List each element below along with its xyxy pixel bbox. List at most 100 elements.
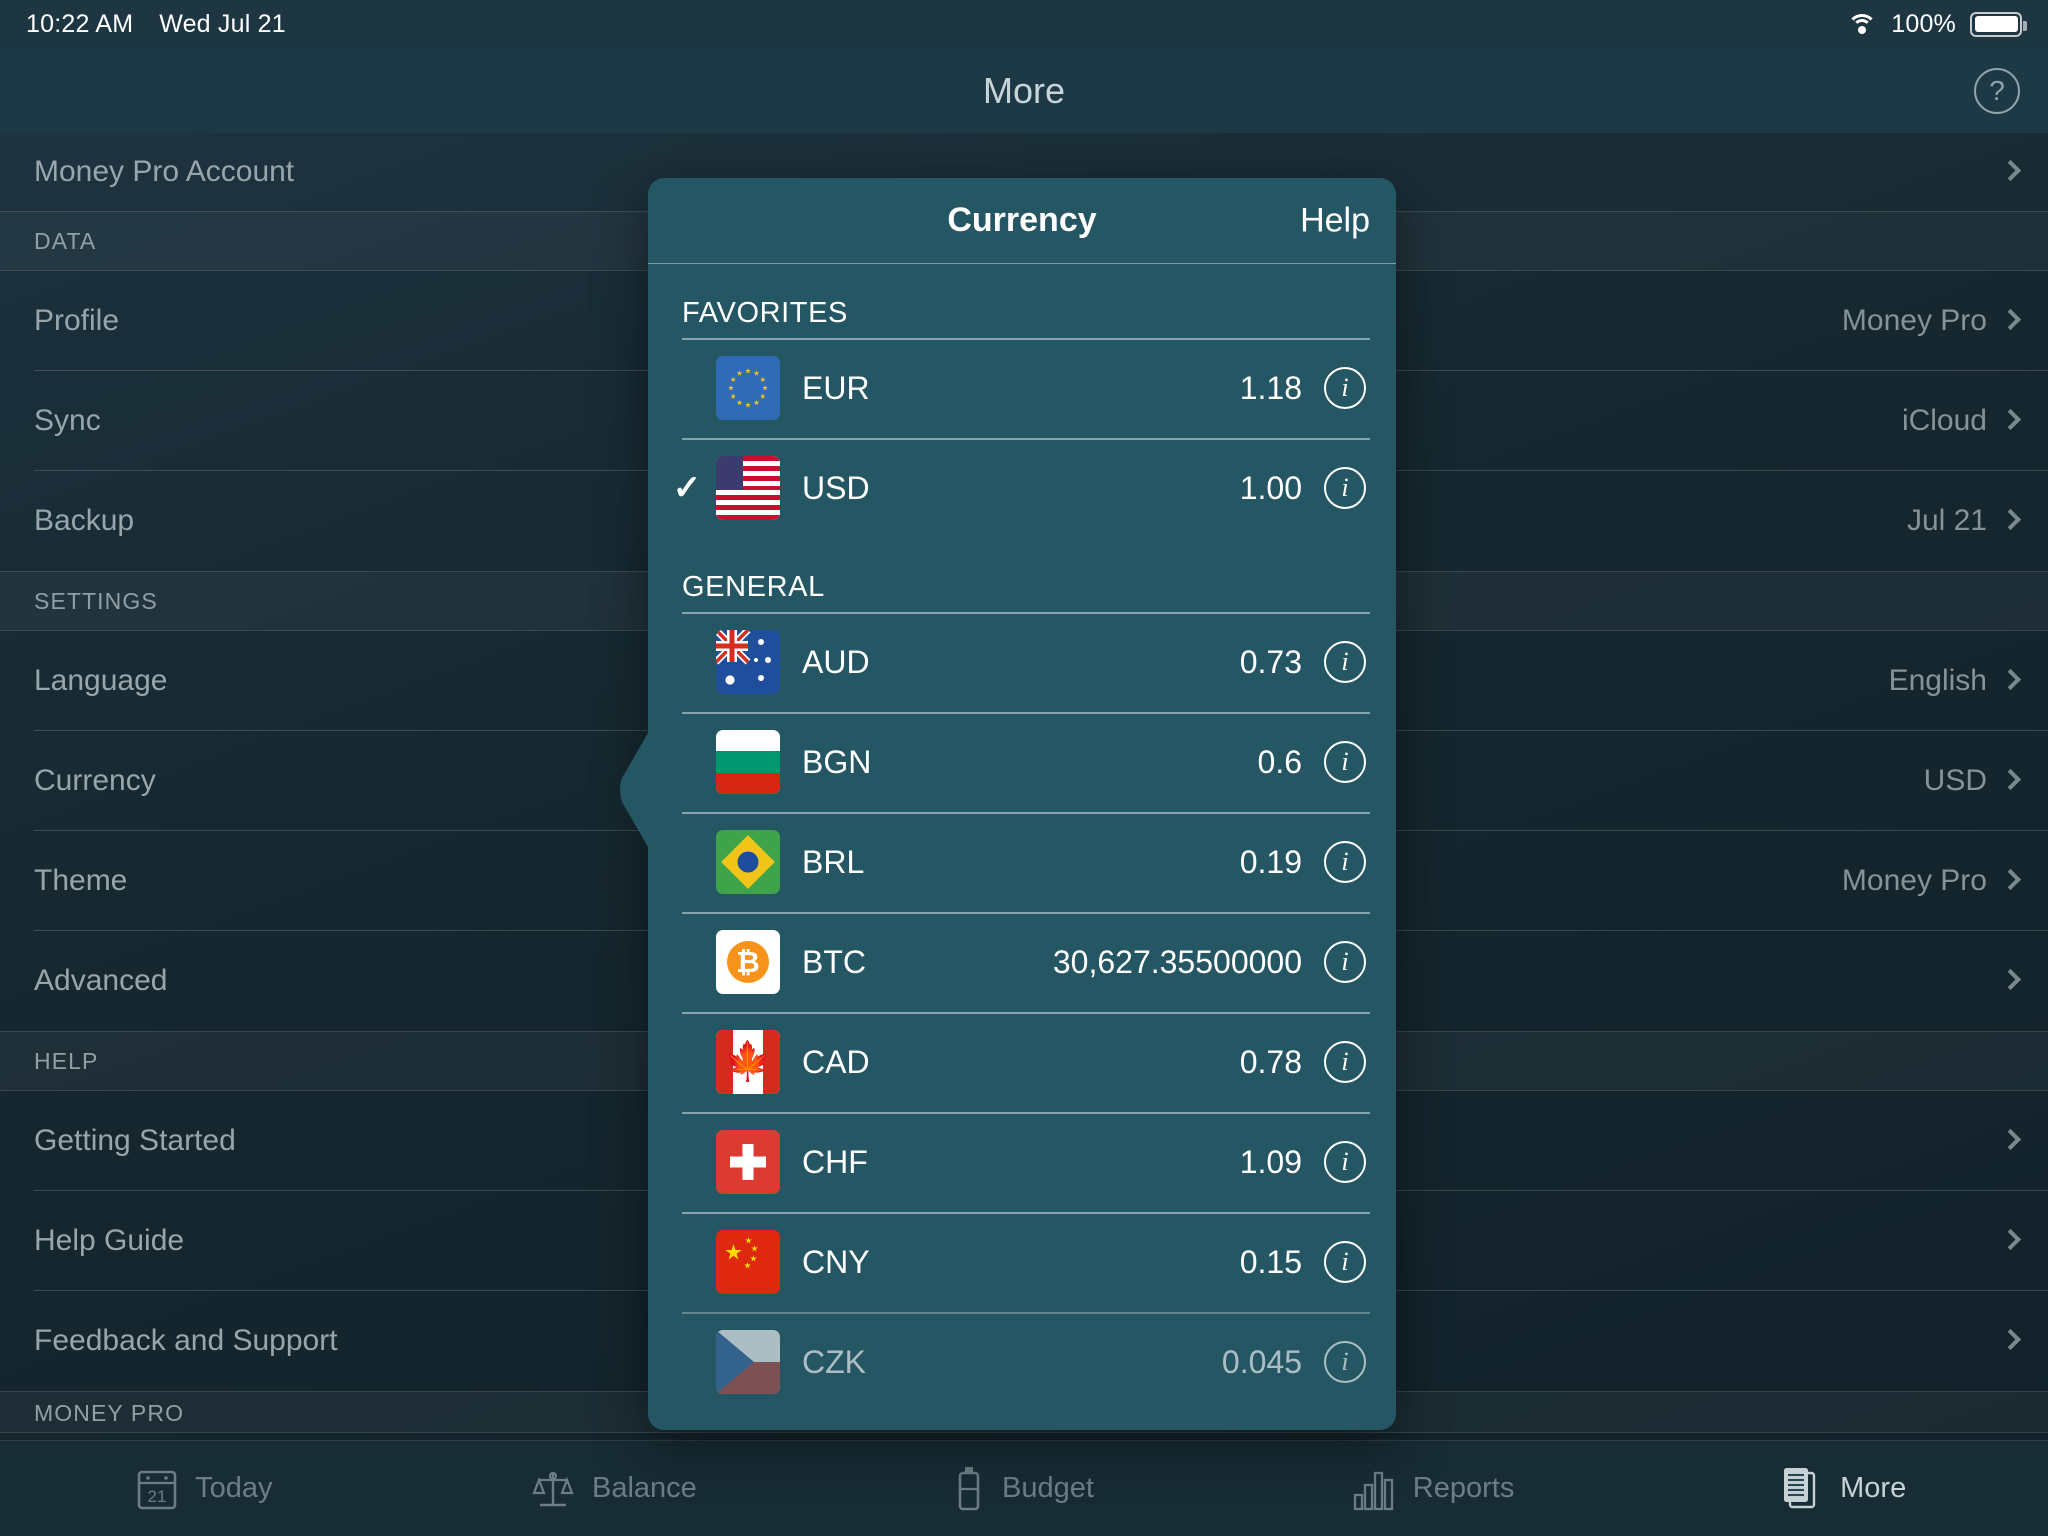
svg-text:21: 21: [148, 1487, 167, 1506]
currency-code: AUD: [802, 643, 870, 680]
currency-row-cny[interactable]: ✓ CNY 0.15 i: [648, 1212, 1396, 1312]
chevron-right-icon: [1999, 668, 2022, 691]
row-value: Jul 21: [1906, 504, 1987, 537]
row-value: iCloud: [1901, 404, 1987, 437]
group-header-favorites: FAVORITES: [682, 297, 849, 329]
tab-more[interactable]: More: [1638, 1466, 2048, 1512]
tab-balance[interactable]: Balance: [410, 1467, 820, 1511]
currency-rate: 1.18: [1239, 369, 1302, 406]
flag-bg-icon: [716, 730, 780, 794]
currency-row-usd[interactable]: ✓ USD 1.00 i: [648, 438, 1396, 538]
popover-header: Currency Help: [648, 178, 1396, 264]
info-circle-icon[interactable]: i: [1324, 941, 1366, 983]
chevron-right-icon: [1999, 868, 2022, 891]
row-label: Getting Started: [34, 1124, 236, 1157]
battery-icon: [1970, 11, 2027, 37]
currency-row-cad[interactable]: ✓ 🍁 CAD 0.78 i: [648, 1012, 1396, 1112]
currency-row-bgn[interactable]: ✓ BGN 0.6 i: [648, 712, 1396, 812]
currency-rate: 0.78: [1239, 1043, 1302, 1080]
row-label: Currency: [34, 764, 156, 797]
row-value: USD: [1923, 764, 1987, 797]
status-bar: 10:22 AM Wed Jul 21 100%: [0, 0, 2048, 48]
eu-stars: [728, 368, 768, 408]
row-label: Language: [34, 664, 168, 697]
question-circle-icon[interactable]: ?: [1974, 67, 2020, 114]
scales-icon: [532, 1467, 574, 1511]
currency-row-btc[interactable]: ✓ ₿ BTC 30,627.35500000 i: [648, 912, 1396, 1012]
chevron-right-icon: [1999, 408, 2022, 431]
nav-bar: More ?: [0, 48, 2048, 133]
tab-reports[interactable]: Reports: [1229, 1467, 1639, 1511]
tab-label: Balance: [591, 1472, 697, 1504]
status-bar-right: 100%: [1847, 9, 2027, 39]
info-circle-icon[interactable]: i: [1324, 841, 1366, 883]
row-accessory: iCloud: [1901, 404, 2022, 438]
currency-row-brl[interactable]: ✓ BRL 0.19 i: [648, 812, 1396, 912]
currency-code: CNY: [802, 1243, 870, 1280]
currency-list[interactable]: FAVORITES ✓ EUR 1.18 i: [648, 264, 1396, 1430]
row-separator: [682, 438, 1370, 440]
currency-rate: 0.19: [1239, 843, 1302, 880]
currency-row-czk[interactable]: ✓ CZK 0.045 i: [648, 1312, 1396, 1412]
currency-code: BTC: [802, 943, 866, 980]
tab-budget[interactable]: Budget: [819, 1466, 1229, 1512]
row-accessory: [1999, 1228, 2022, 1251]
page-title: More: [982, 69, 1066, 111]
currency-rate: 30,627.35500000: [1052, 943, 1302, 980]
app-root: 10:22 AM Wed Jul 21 100% More ? Money Pr…: [0, 0, 2048, 1536]
currency-code: BGN: [802, 743, 872, 780]
row-separator: [682, 1212, 1370, 1214]
flag-au-icon: [716, 630, 780, 694]
currency-rate: 0.045: [1221, 1343, 1302, 1380]
currency-code: CZK: [802, 1343, 866, 1380]
info-circle-icon[interactable]: i: [1324, 467, 1366, 509]
battery-percent-label: 100%: [1891, 9, 1956, 38]
chevron-right-icon: [1999, 968, 2022, 991]
bar-chart-icon: [1353, 1467, 1395, 1511]
row-value: Money Pro: [1841, 304, 1987, 337]
currency-code: BRL: [802, 843, 865, 880]
chevron-right-icon: [1999, 508, 2022, 531]
row-label: Advanced: [34, 964, 168, 997]
info-circle-icon[interactable]: i: [1324, 1341, 1366, 1383]
row-separator: [682, 338, 1370, 340]
row-value: English: [1888, 664, 1987, 697]
currency-row-chf[interactable]: ✓ CHF 1.09 i: [648, 1112, 1396, 1212]
tab-bar: 21 Today Balance Budget Reports More: [0, 1440, 2048, 1536]
row-label: Sync: [34, 404, 101, 437]
status-time: 10:22 AM: [26, 9, 134, 38]
tab-today[interactable]: 21 Today: [0, 1468, 410, 1510]
row-separator: [682, 1112, 1370, 1114]
tab-label: Budget: [1002, 1472, 1094, 1504]
info-circle-icon[interactable]: i: [1324, 741, 1366, 783]
currency-code: CHF: [802, 1143, 868, 1180]
row-label: Feedback and Support: [34, 1324, 338, 1357]
info-circle-icon[interactable]: i: [1324, 1241, 1366, 1283]
row-label: Profile: [34, 304, 120, 337]
currency-row-eur[interactable]: ✓ EUR 1.18 i: [648, 338, 1396, 438]
flag-ch-icon: [716, 1130, 780, 1194]
row-label: Backup: [34, 504, 135, 537]
row-accessory: Money Pro: [1841, 304, 2022, 338]
row-accessory: USD: [1923, 764, 2022, 798]
currency-row-aud[interactable]: ✓ AUD 0.73: [648, 612, 1396, 712]
status-date: Wed Jul 21: [159, 9, 286, 38]
popover-title: Currency: [947, 201, 1097, 239]
info-circle-icon[interactable]: i: [1324, 1141, 1366, 1183]
flag-btc-icon: ₿: [716, 930, 780, 994]
status-bar-left: 10:22 AM Wed Jul 21: [26, 10, 286, 39]
tab-label: Reports: [1412, 1472, 1515, 1504]
popover-help-button[interactable]: Help: [1300, 201, 1370, 240]
info-circle-icon[interactable]: i: [1324, 641, 1366, 683]
row-value: Money Pro: [1841, 864, 1987, 897]
row-accessory: Jul 21: [1906, 504, 2022, 538]
info-circle-icon[interactable]: i: [1324, 367, 1366, 409]
popover-arrow: [620, 726, 652, 854]
info-circle-icon[interactable]: i: [1324, 1041, 1366, 1083]
row-accessory: English: [1888, 664, 2022, 698]
flag-cn-icon: [716, 1230, 780, 1294]
row-separator: [682, 1012, 1370, 1014]
checkmark-icon: ✓: [672, 469, 702, 507]
currency-rate: 0.6: [1257, 743, 1302, 780]
row-label: Money Pro Account: [34, 155, 295, 188]
